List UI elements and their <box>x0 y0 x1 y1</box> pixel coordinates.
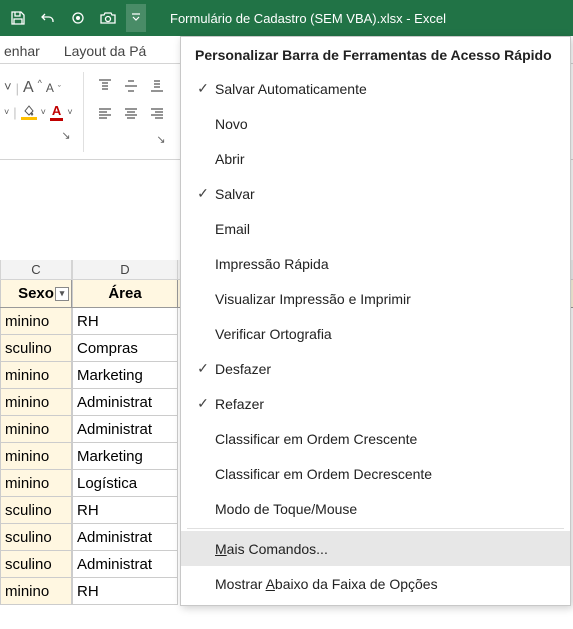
fill-color-icon[interactable] <box>21 105 37 120</box>
align-right-icon[interactable] <box>146 103 168 125</box>
alignment-group: ↘ <box>94 75 168 148</box>
menu-item[interactable]: Modo de Toque/Mouse <box>181 491 570 526</box>
undo-icon[interactable] <box>34 4 62 32</box>
menu-item-label: Impressão Rápida <box>215 256 556 272</box>
cell-area[interactable]: RH <box>72 308 178 335</box>
cell-area[interactable]: Administrat <box>72 416 178 443</box>
cell-area[interactable]: RH <box>72 578 178 605</box>
table-header-sexo[interactable]: Sexo ▾ <box>0 280 72 307</box>
cell-sexo[interactable]: minino <box>0 308 72 335</box>
check-icon: ✓ <box>191 80 215 97</box>
cell-sexo[interactable]: sculino <box>0 335 72 362</box>
menu-item-more-commands[interactable]: Mais Comandos... <box>181 531 570 566</box>
titlebar: Formulário de Cadastro (SEM VBA).xlsx - … <box>0 0 573 36</box>
menu-item[interactable]: Impressão Rápida <box>181 246 570 281</box>
menu-item-label: Desfazer <box>215 361 556 377</box>
menu-item-label: Classificar em Ordem Crescente <box>215 431 556 447</box>
menu-separator <box>187 528 564 529</box>
menu-item[interactable]: Visualizar Impressão e Imprimir <box>181 281 570 316</box>
menu-item[interactable]: Novo <box>181 106 570 141</box>
font-group: ˅ | A^ Aˇ ˅ | ˅ A˅ ↘ <box>4 79 73 144</box>
align-left-icon[interactable] <box>94 103 116 125</box>
cell-sexo[interactable]: sculino <box>0 551 72 578</box>
ribbon-tab-page-layout[interactable]: Layout da Pá <box>64 43 147 63</box>
menu-item[interactable]: Abrir <box>181 141 570 176</box>
cell-area[interactable]: Marketing <box>72 362 178 389</box>
menu-item[interactable]: Email <box>181 211 570 246</box>
menu-item[interactable]: Verificar Ortografia <box>181 316 570 351</box>
cell-area[interactable]: Compras <box>72 335 178 362</box>
ribbon-separator <box>83 72 84 152</box>
menu-item-label: Novo <box>215 116 556 132</box>
increase-font-icon[interactable]: A <box>23 79 34 97</box>
quick-access-toolbar <box>4 4 146 32</box>
cell-sexo[interactable]: minino <box>0 470 72 497</box>
table-header-area[interactable]: Área <box>72 280 178 307</box>
menu-item-label: Refazer <box>215 396 556 412</box>
cell-sexo[interactable]: minino <box>0 578 72 605</box>
cell-area[interactable]: RH <box>72 497 178 524</box>
font-dialog-launcher-icon[interactable]: ↘ <box>59 127 72 144</box>
menu-item-show-below-ribbon[interactable]: Mostrar Abaixo da Faixa de Opções <box>181 566 570 601</box>
cell-sexo[interactable]: sculino <box>0 524 72 551</box>
cell-sexo[interactable]: minino <box>0 443 72 470</box>
alignment-dialog-launcher-icon[interactable]: ↘ <box>154 131 167 148</box>
filter-icon[interactable]: ▾ <box>55 287 69 301</box>
cell-sexo[interactable]: sculino <box>0 497 72 524</box>
camera-icon[interactable] <box>94 4 122 32</box>
ribbon-tab-partial[interactable]: enhar <box>4 43 40 63</box>
menu-item-label: Visualizar Impressão e Imprimir <box>215 291 556 307</box>
menu-item[interactable]: ✓Refazer <box>181 386 570 421</box>
check-icon: ✓ <box>191 360 215 377</box>
align-bottom-icon[interactable] <box>146 75 168 97</box>
menu-item-label: Salvar <box>215 186 556 202</box>
cell-area[interactable]: Marketing <box>72 443 178 470</box>
menu-item-label: Classificar em Ordem Decrescente <box>215 466 556 482</box>
font-color-icon[interactable]: A <box>50 103 63 121</box>
menu-item-label: Verificar Ortografia <box>215 326 556 342</box>
window-title: Formulário de Cadastro (SEM VBA).xlsx - … <box>146 11 569 26</box>
align-top-icon[interactable] <box>94 75 116 97</box>
customize-qat-button[interactable] <box>126 4 146 32</box>
cell-sexo[interactable]: minino <box>0 389 72 416</box>
font-size-dropdown-end[interactable]: ˅ <box>4 79 12 94</box>
menu-item[interactable]: Classificar em Ordem Crescente <box>181 421 570 456</box>
menu-item[interactable]: ✓Desfazer <box>181 351 570 386</box>
cell-sexo[interactable]: minino <box>0 416 72 443</box>
menu-title: Personalizar Barra de Ferramentas de Ace… <box>181 37 570 71</box>
cell-area[interactable]: Logística <box>72 470 178 497</box>
cell-sexo[interactable]: minino <box>0 362 72 389</box>
menu-item-label: Modo de Toque/Mouse <box>215 501 556 517</box>
save-icon[interactable] <box>4 4 32 32</box>
menu-item[interactable]: ✓Salvar Automaticamente <box>181 71 570 106</box>
check-icon: ✓ <box>191 395 215 412</box>
check-icon: ✓ <box>191 185 215 202</box>
menu-item-label: Salvar Automaticamente <box>215 81 556 97</box>
menu-item-label: Email <box>215 221 556 237</box>
record-icon[interactable] <box>64 4 92 32</box>
menu-item[interactable]: ✓Salvar <box>181 176 570 211</box>
menu-item-label: Abrir <box>215 151 556 167</box>
decrease-font-icon[interactable]: A <box>46 81 54 95</box>
align-center-icon[interactable] <box>120 103 142 125</box>
menu-item[interactable]: Classificar em Ordem Decrescente <box>181 456 570 491</box>
column-header-c[interactable]: C <box>0 260 72 279</box>
cell-area[interactable]: Administrat <box>72 389 178 416</box>
cell-area[interactable]: Administrat <box>72 524 178 551</box>
customize-qat-menu: Personalizar Barra de Ferramentas de Ace… <box>180 36 571 606</box>
cell-area[interactable]: Administrat <box>72 551 178 578</box>
align-middle-icon[interactable] <box>120 75 142 97</box>
column-header-d[interactable]: D <box>72 260 178 279</box>
